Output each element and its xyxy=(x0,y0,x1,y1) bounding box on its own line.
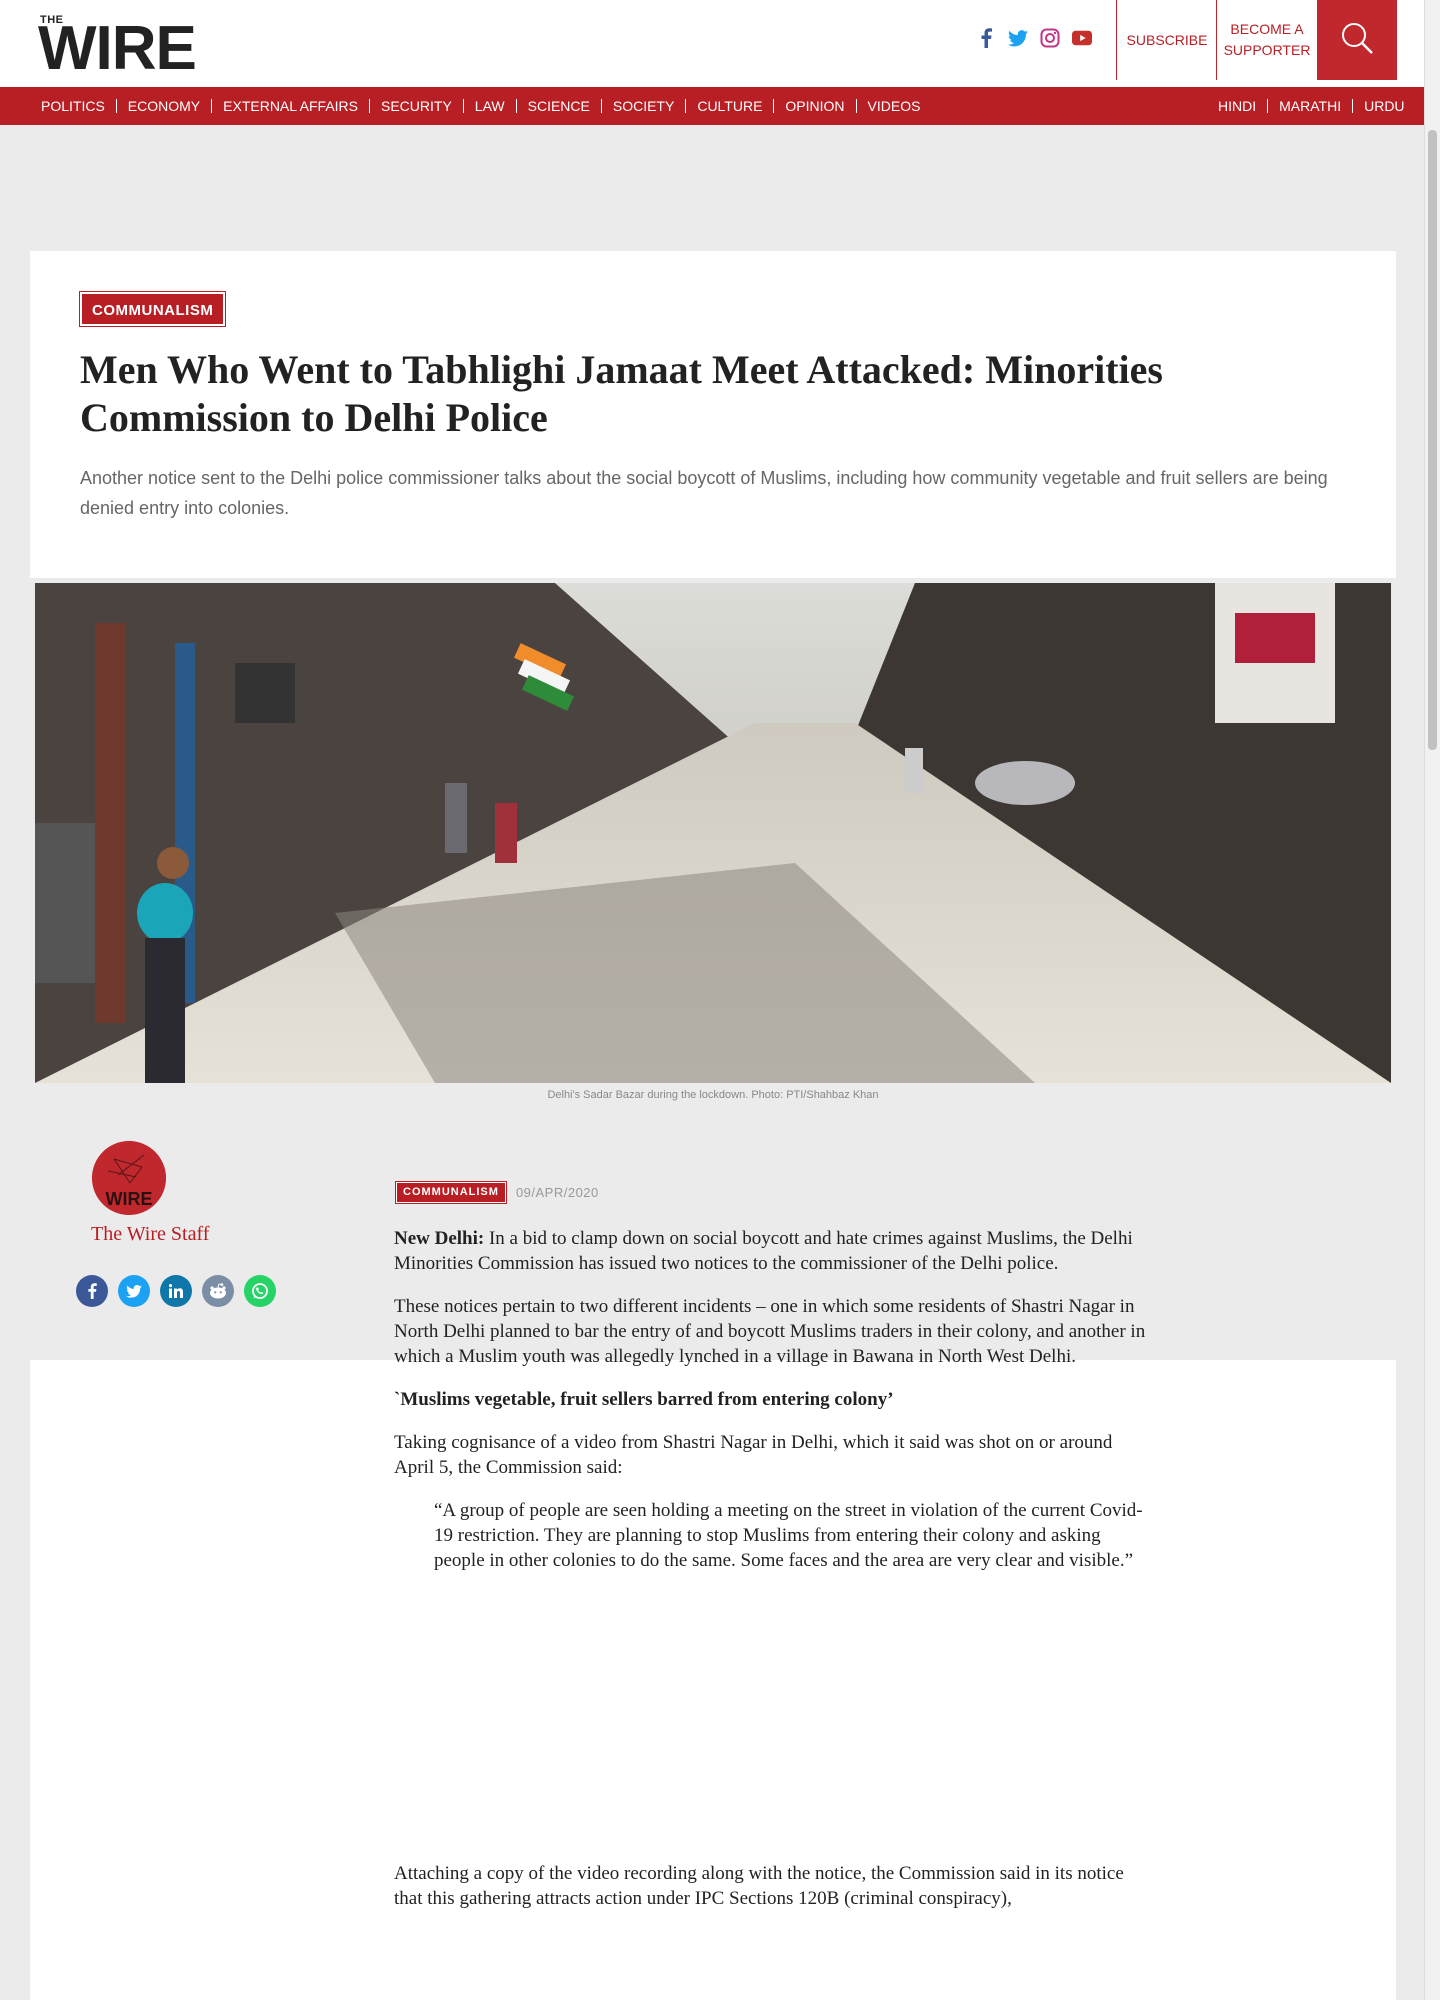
instagram-icon[interactable] xyxy=(1040,28,1060,48)
reddit-icon[interactable] xyxy=(202,1275,234,1307)
become-supporter-button[interactable]: BECOME A SUPPORTER xyxy=(1217,0,1317,80)
paragraph-text: In a bid to clamp down on social boycott… xyxy=(394,1228,1133,1274)
article-quote: “A group of people are seen holding a me… xyxy=(434,1500,1143,1571)
linkedin-icon[interactable] xyxy=(160,1275,192,1307)
social-links xyxy=(976,28,1092,48)
twitter-icon[interactable] xyxy=(1008,28,1028,48)
article-card: COMMUNALISM Men Who Went to Tabhlighi Ja… xyxy=(30,251,1396,2000)
nav-culture[interactable]: CULTURE xyxy=(685,99,773,113)
nav-urdu[interactable]: URDU xyxy=(1352,99,1415,113)
nav-marathi[interactable]: MARATHI xyxy=(1267,99,1352,113)
author-avatar[interactable]: WIRE xyxy=(92,1141,166,1215)
article-body: New Delhi: In a bid to clamp down on soc… xyxy=(394,1226,1154,1929)
site-logo[interactable]: THE WIRE xyxy=(38,14,220,80)
article-paragraph: Taking cognisance of a video from Shastr… xyxy=(394,1432,1113,1478)
search-button[interactable] xyxy=(1317,0,1397,80)
language-nav: HINDI MARATHI URDU xyxy=(1218,87,1416,125)
whatsapp-icon[interactable] xyxy=(244,1275,276,1307)
article-paragraph: Attaching a copy of the video recording … xyxy=(394,1863,1124,1909)
scrollbar-thumb[interactable] xyxy=(1428,130,1437,750)
supporter-line-1: BECOME A xyxy=(1230,21,1304,37)
nav-videos[interactable]: VIDEOS xyxy=(855,99,932,113)
article-paragraph: New Delhi: In a bid to clamp down on soc… xyxy=(394,1226,1154,1276)
dateline: New Delhi: xyxy=(394,1228,485,1249)
site-header: THE WIRE SUBSCRIBE BECOME A SUPPORTER xyxy=(0,0,1424,87)
page-scrollbar[interactable] xyxy=(1424,0,1440,2000)
nav-security[interactable]: SECURITY xyxy=(369,99,463,113)
hero-image xyxy=(35,583,1391,1083)
section-nav: POLITICS ECONOMY EXTERNAL AFFAIRS SECURI… xyxy=(41,87,931,125)
nav-economy[interactable]: ECONOMY xyxy=(115,99,211,113)
facebook-icon[interactable] xyxy=(976,28,996,48)
category-tag[interactable]: COMMUNALISM xyxy=(78,291,227,327)
logo-wire: WIRE xyxy=(38,14,197,83)
nav-science[interactable]: SCIENCE xyxy=(515,99,601,113)
article-subheading: `Muslims vegetable, fruit sellers barred… xyxy=(394,1389,894,1410)
youtube-icon[interactable] xyxy=(1072,28,1092,48)
hero-caption: Delhi's Sadar Bazar during the lockdown.… xyxy=(547,1089,879,1101)
article-title: Men Who Went to Tabhlighi Jamaat Meet At… xyxy=(80,347,1163,440)
author-name[interactable]: The Wire Staff xyxy=(91,1223,209,1246)
main-nav: POLITICS ECONOMY EXTERNAL AFFAIRS SECURI… xyxy=(0,87,1424,125)
article-meta: COMMUNALISM 09/APR/2020 xyxy=(395,1181,599,1204)
article-paragraph: These notices pertain to two different i… xyxy=(394,1296,1146,1367)
share-buttons xyxy=(76,1275,276,1307)
article-standfirst: Another notice sent to the Delhi police … xyxy=(80,468,1328,518)
publish-date: 09/APR/2020 xyxy=(515,1185,599,1200)
nav-opinion[interactable]: OPINION xyxy=(773,99,855,113)
nav-society[interactable]: SOCIETY xyxy=(600,99,685,113)
nav-hindi[interactable]: HINDI xyxy=(1218,99,1267,113)
facebook-icon[interactable] xyxy=(76,1275,108,1307)
nav-law[interactable]: LAW xyxy=(462,99,516,113)
ad-space xyxy=(394,1591,1154,1861)
twitter-icon[interactable] xyxy=(118,1275,150,1307)
nav-politics[interactable]: POLITICS xyxy=(41,99,116,113)
search-icon xyxy=(1340,21,1374,60)
subscribe-button[interactable]: SUBSCRIBE xyxy=(1117,0,1217,80)
svg-text:WIRE: WIRE xyxy=(106,1189,153,1209)
supporter-line-2: SUPPORTER xyxy=(1223,42,1311,58)
nav-external-affairs[interactable]: EXTERNAL AFFAIRS xyxy=(211,99,369,113)
meta-category-tag[interactable]: COMMUNALISM xyxy=(395,1181,507,1204)
